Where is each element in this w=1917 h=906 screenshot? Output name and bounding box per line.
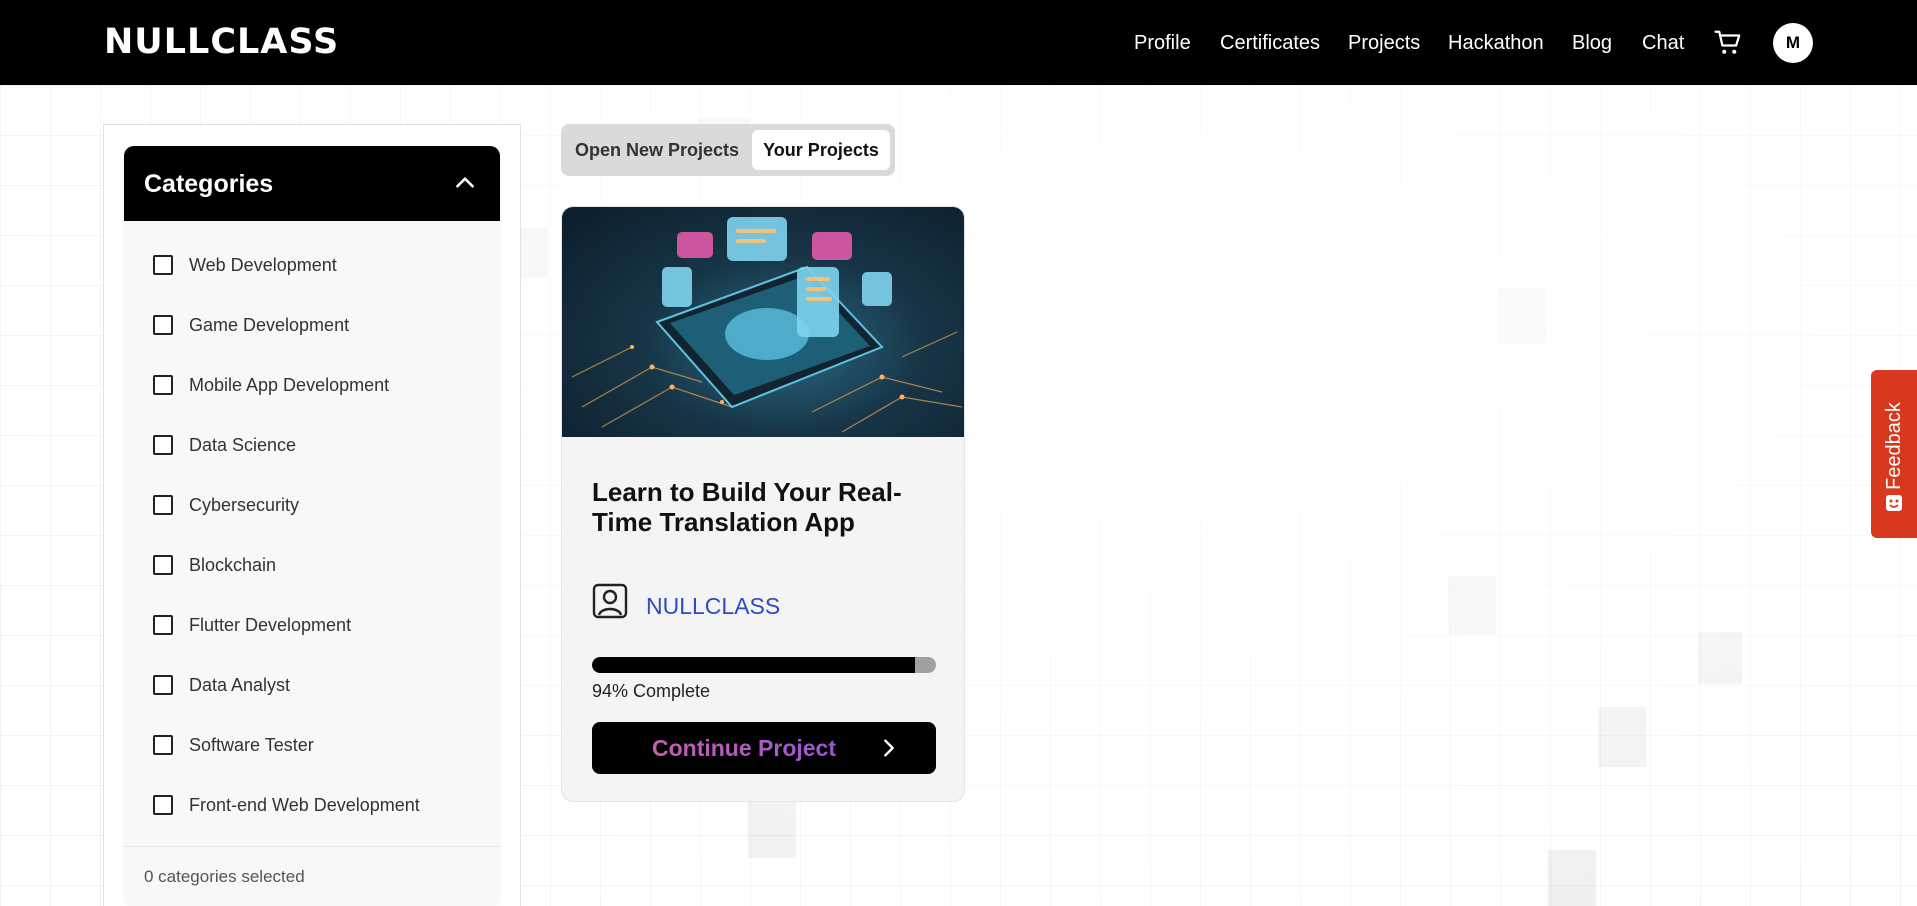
nav-link-projects[interactable]: Projects — [1348, 31, 1420, 55]
category-label: Data Analyst — [189, 675, 291, 695]
continue-project-button[interactable]: Continue Project — [592, 722, 936, 774]
category-label: Game Development — [189, 315, 350, 335]
top-navigation-bar: NULLCLASS Profile Certificates Projects … — [0, 0, 1917, 85]
category-label: Data Science — [189, 435, 297, 455]
user-badge-icon — [592, 583, 628, 619]
category-data-science[interactable]: Data Science — [124, 416, 500, 456]
category-cybersecurity[interactable]: Cybersecurity — [124, 476, 500, 516]
category-front-end-web-development[interactable]: Front-end Web Development — [124, 776, 500, 816]
categories-header[interactable]: Categories — [124, 146, 500, 221]
category-software-tester[interactable]: Software Tester — [124, 716, 500, 756]
chevron-right-icon — [884, 739, 894, 757]
category-checkbox[interactable] — [153, 315, 173, 335]
progress-bar — [592, 657, 936, 673]
categories-footer: 0 categories selected — [124, 846, 500, 906]
chevron-up-icon[interactable] — [452, 170, 478, 196]
nav-link-hackathon[interactable]: Hackathon — [1448, 31, 1544, 55]
nullclass-logo[interactable]: NULLCLASS — [104, 22, 339, 62]
categories-selected-count: 0 categories selected — [144, 867, 305, 886]
category-game-development[interactable]: Game Development — [124, 296, 500, 336]
category-checkbox[interactable] — [153, 375, 173, 395]
project-thumbnail — [562, 207, 964, 437]
category-label: Software Tester — [189, 735, 314, 755]
category-data-analyst[interactable]: Data Analyst — [124, 656, 500, 696]
user-avatar[interactable]: M — [1773, 23, 1813, 63]
category-blockchain[interactable]: Blockchain — [124, 536, 500, 576]
category-label: Flutter Development — [189, 615, 352, 635]
nav-link-chat[interactable]: Chat — [1642, 31, 1684, 55]
category-checkbox[interactable] — [153, 615, 173, 635]
category-checkbox[interactable] — [153, 795, 173, 815]
categories-title: Categories — [144, 170, 274, 198]
category-checkbox[interactable] — [153, 735, 173, 755]
progress-bar-fill — [592, 657, 916, 673]
category-checkbox[interactable] — [153, 675, 173, 695]
feedback-label: Feedback — [1883, 402, 1905, 490]
category-mobile-app-development[interactable]: Mobile App Development — [124, 356, 500, 396]
category-checkbox[interactable] — [153, 495, 173, 515]
continue-project-label: Continue Project — [652, 735, 837, 761]
feedback-icon — [1886, 495, 1902, 511]
smartphone-illustration — [571, 217, 963, 433]
feedback-tab[interactable]: Feedback — [1871, 370, 1917, 538]
category-web-development[interactable]: Web Development — [124, 236, 500, 276]
category-label: Front-end Web Development — [189, 795, 420, 815]
category-label: Blockchain — [189, 555, 277, 575]
category-checkbox[interactable] — [153, 435, 173, 455]
project-title: Learn to Build Your Real-Time Translatio… — [592, 477, 902, 537]
nav-link-blog[interactable]: Blog — [1572, 31, 1612, 55]
category-label: Mobile App Development — [189, 375, 390, 395]
nav-link-certificates[interactable]: Certificates — [1220, 31, 1320, 55]
project-organization[interactable]: NULLCLASS — [646, 593, 780, 619]
category-checkbox[interactable] — [153, 555, 173, 575]
nav-link-profile[interactable]: Profile — [1134, 31, 1191, 55]
project-card[interactable]: Learn to Build Your Real-Time Translatio… — [561, 206, 965, 802]
cart-icon[interactable] — [1713, 28, 1743, 58]
category-checkbox[interactable] — [153, 255, 173, 275]
tab-open-new-projects[interactable]: Open New Projects — [569, 130, 745, 170]
category-label: Cybersecurity — [189, 495, 300, 515]
category-label: Web Development — [189, 255, 337, 275]
project-tabs: Open New Projects Your Projects — [561, 124, 895, 176]
tab-your-projects[interactable]: Your Projects — [752, 130, 890, 170]
category-flutter-development[interactable]: Flutter Development — [124, 596, 500, 636]
progress-text: 94% Complete — [592, 681, 711, 701]
